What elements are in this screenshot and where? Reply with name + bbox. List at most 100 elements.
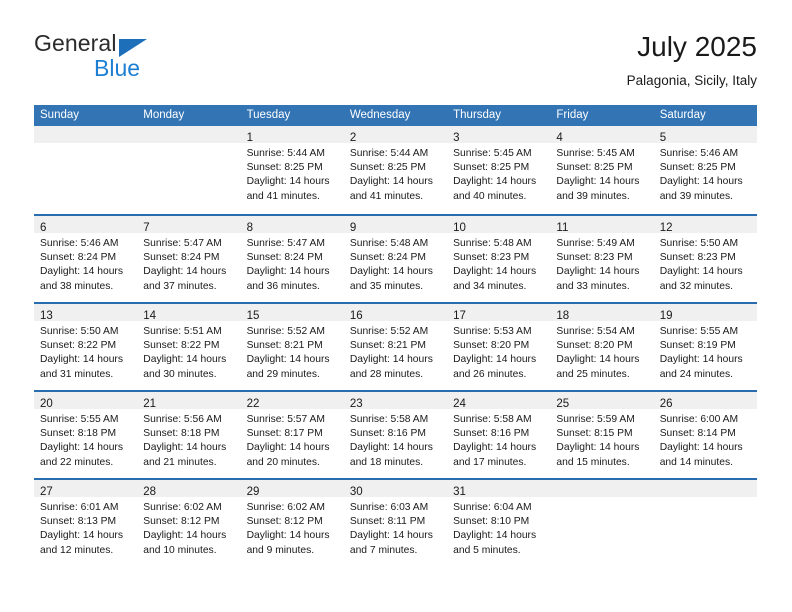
calendar-day-cell[interactable]: 28 Sunrise: 6:02 AM Sunset: 8:12 PM Dayligh… bbox=[137, 480, 241, 566]
day-details: Sunrise: 5:44 AM Sunset: 8:25 PM Daylight:… bbox=[241, 143, 344, 204]
day-detail-line: Daylight: 14 hours bbox=[246, 442, 330, 454]
day-detail-line: Sunrise: 5:46 AM bbox=[40, 238, 119, 249]
day-detail-line: Daylight: 14 hours bbox=[246, 530, 330, 542]
day-detail-line: and 29 minutes. bbox=[246, 368, 320, 380]
day-detail-line: Daylight: 14 hours bbox=[556, 176, 640, 188]
calendar-day-cell[interactable]: 23 Sunrise: 5:58 AM Sunset: 8:16 PM Dayligh… bbox=[343, 392, 448, 478]
day-number-strip: 7 bbox=[137, 216, 241, 234]
day-detail-line: Sunset: 8:12 PM bbox=[246, 516, 323, 528]
day-detail-line: Sunset: 8:15 PM bbox=[556, 428, 633, 440]
day-detail-line: Sunset: 8:16 PM bbox=[349, 428, 426, 440]
day-detail-line: and 26 minutes. bbox=[453, 368, 527, 380]
calendar-day-cell[interactable]: 16 Sunrise: 5:52 AM Sunset: 8:21 PM Dayligh… bbox=[343, 304, 448, 390]
calendar-day-cell[interactable]: 1 Sunrise: 5:44 AM Sunset: 8:25 PM Daylight… bbox=[240, 126, 344, 214]
day-number: 9 bbox=[349, 222, 357, 234]
day-detail-line: Sunset: 8:21 PM bbox=[349, 340, 426, 352]
calendar-day-cell[interactable]: 11 Sunrise: 5:49 AM Sunset: 8:23 PM Dayligh… bbox=[550, 216, 654, 302]
general-blue-logo: General Blue bbox=[34, 30, 284, 90]
weekday-header-sunday: Sunday bbox=[40, 109, 80, 121]
day-detail-line: Sunrise: 5:59 AM bbox=[556, 414, 635, 425]
day-number-strip: 15 bbox=[240, 304, 344, 322]
day-detail-line: Sunrise: 5:47 AM bbox=[246, 238, 325, 249]
day-number-strip: 4 bbox=[550, 126, 654, 144]
day-detail-line: Sunrise: 5:47 AM bbox=[143, 238, 222, 249]
day-detail-line: Sunrise: 5:52 AM bbox=[349, 326, 429, 337]
day-detail-line: Sunset: 8:23 PM bbox=[453, 252, 530, 264]
day-number-strip: 11 bbox=[550, 216, 654, 234]
weekday-header-monday: Monday bbox=[143, 109, 185, 121]
day-detail-line: Daylight: 14 hours bbox=[453, 354, 537, 366]
calendar-day-cell[interactable]: 30 Sunrise: 6:03 AM Sunset: 8:11 PM Dayligh… bbox=[343, 480, 448, 566]
weekday-header-row: Sunday Monday Tuesday Wednesday Thursday Frid… bbox=[34, 105, 757, 126]
calendar-day-cell[interactable]: 25 Sunrise: 5:59 AM Sunset: 8:15 PM Dayligh… bbox=[550, 392, 654, 478]
calendar-day-cell[interactable]: 17 Sunrise: 5:53 AM Sunset: 8:20 PM Dayligh… bbox=[447, 304, 551, 390]
day-detail-line: and 30 minutes. bbox=[143, 368, 217, 380]
calendar-day-cell[interactable]: 24 Sunrise: 5:58 AM Sunset: 8:16 PM Dayligh… bbox=[447, 392, 551, 478]
day-number-strip: 27 bbox=[34, 480, 138, 498]
day-detail-line: Daylight: 14 hours bbox=[349, 266, 433, 278]
day-detail-line: Sunset: 8:13 PM bbox=[40, 516, 117, 528]
day-detail-line: Daylight: 14 hours bbox=[453, 442, 537, 454]
day-number-strip: 20 bbox=[34, 392, 138, 410]
calendar-day-cell[interactable]: 22 Sunrise: 5:57 AM Sunset: 8:17 PM Dayligh… bbox=[240, 392, 344, 478]
day-detail-line: Sunrise: 5:48 AM bbox=[453, 238, 532, 249]
calendar-day-cell[interactable]: 21 Sunrise: 5:56 AM Sunset: 8:18 PM Dayligh… bbox=[137, 392, 241, 478]
calendar-day-cell-empty bbox=[550, 480, 654, 566]
day-detail-line: Daylight: 14 hours bbox=[659, 176, 743, 188]
day-detail-line: Sunrise: 5:45 AM bbox=[453, 148, 532, 159]
calendar-day-cell[interactable]: 31 Sunrise: 6:04 AM Sunset: 8:10 PM Dayligh… bbox=[447, 480, 551, 566]
day-detail-line: and 21 minutes. bbox=[143, 456, 217, 468]
day-detail-line: Daylight: 14 hours bbox=[143, 530, 227, 542]
day-detail-line: Sunrise: 5:58 AM bbox=[453, 414, 532, 425]
day-detail-line: Sunset: 8:18 PM bbox=[40, 428, 117, 440]
calendar-day-cell[interactable]: 29 Sunrise: 6:02 AM Sunset: 8:12 PM Dayligh… bbox=[240, 480, 344, 566]
calendar-day-cell[interactable]: 9 Sunrise: 5:48 AM Sunset: 8:24 PM Daylight… bbox=[343, 216, 448, 302]
day-detail-line: and 36 minutes. bbox=[246, 280, 320, 292]
calendar-day-cell[interactable]: 27 Sunrise: 6:01 AM Sunset: 8:13 PM Dayligh… bbox=[34, 480, 138, 566]
day-detail-line: Daylight: 14 hours bbox=[40, 530, 123, 542]
day-detail-line: Daylight: 14 hours bbox=[40, 354, 123, 366]
day-number: 28 bbox=[143, 486, 157, 498]
day-number-strip: 6 bbox=[34, 216, 138, 234]
calendar-week-row: 13 Sunrise: 5:50 AM Sunset: 8:22 PM Dayligh… bbox=[34, 302, 757, 390]
day-details: Sunrise: 5:50 AM Sunset: 8:23 PM Daylight:… bbox=[654, 233, 757, 294]
calendar-day-cell[interactable]: 13 Sunrise: 5:50 AM Sunset: 8:22 PM Dayligh… bbox=[34, 304, 138, 390]
calendar-day-cell[interactable]: 5 Sunrise: 5:46 AM Sunset: 8:25 PM Daylight… bbox=[653, 126, 757, 214]
calendar-day-cell[interactable]: 18 Sunrise: 5:54 AM Sunset: 8:20 PM Dayligh… bbox=[550, 304, 654, 390]
calendar-day-cell[interactable]: 19 Sunrise: 5:55 AM Sunset: 8:19 PM Dayligh… bbox=[653, 304, 757, 390]
calendar-day-cell[interactable]: 14 Sunrise: 5:51 AM Sunset: 8:22 PM Dayligh… bbox=[137, 304, 241, 390]
day-number: 26 bbox=[659, 398, 673, 410]
day-detail-line: Sunrise: 6:02 AM bbox=[143, 502, 222, 513]
day-number: 14 bbox=[143, 310, 157, 322]
calendar-day-cell[interactable]: 10 Sunrise: 5:48 AM Sunset: 8:23 PM Dayligh… bbox=[447, 216, 551, 302]
day-detail-line: Sunset: 8:14 PM bbox=[659, 428, 736, 440]
day-detail-line: Daylight: 14 hours bbox=[556, 266, 640, 278]
day-number-strip: 10 bbox=[447, 216, 551, 234]
day-number: 21 bbox=[143, 398, 157, 410]
day-detail-line: Sunset: 8:18 PM bbox=[143, 428, 220, 440]
calendar-day-cell[interactable]: 4 Sunrise: 5:45 AM Sunset: 8:25 PM Daylight… bbox=[550, 126, 654, 214]
day-number: 30 bbox=[349, 486, 363, 498]
day-details: Sunrise: 5:55 AM Sunset: 8:18 PM Daylight:… bbox=[34, 409, 137, 470]
calendar-day-cell-empty bbox=[653, 480, 757, 566]
day-detail-line: and 20 minutes. bbox=[246, 456, 320, 468]
day-number-strip: 28 bbox=[137, 480, 241, 498]
day-details: Sunrise: 5:51 AM Sunset: 8:22 PM Daylight:… bbox=[137, 321, 240, 382]
calendar-day-cell[interactable]: 3 Sunrise: 5:45 AM Sunset: 8:25 PM Daylight… bbox=[447, 126, 551, 214]
calendar-day-cell[interactable]: 7 Sunrise: 5:47 AM Sunset: 8:24 PM Daylight… bbox=[137, 216, 241, 302]
calendar-day-cell[interactable]: 2 Sunrise: 5:44 AM Sunset: 8:25 PM Daylight… bbox=[343, 126, 448, 214]
calendar-day-cell[interactable]: 12 Sunrise: 5:50 AM Sunset: 8:23 PM Dayligh… bbox=[653, 216, 757, 302]
title-block: July 2025 Palagonia, Sicily, Italy bbox=[627, 30, 757, 89]
day-detail-line: Sunset: 8:24 PM bbox=[246, 252, 323, 264]
day-details: Sunrise: 5:48 AM Sunset: 8:24 PM Daylight:… bbox=[344, 233, 447, 294]
calendar-day-cell[interactable]: 6 Sunrise: 5:46 AM Sunset: 8:24 PM Daylight… bbox=[34, 216, 138, 302]
calendar-day-cell[interactable]: 26 Sunrise: 6:00 AM Sunset: 8:14 PM Dayligh… bbox=[653, 392, 757, 478]
calendar-day-cell[interactable]: 20 Sunrise: 5:55 AM Sunset: 8:18 PM Dayligh… bbox=[34, 392, 138, 478]
calendar-week-row: 27 Sunrise: 6:01 AM Sunset: 8:13 PM Dayligh… bbox=[34, 478, 757, 566]
calendar-day-cell[interactable]: 15 Sunrise: 5:52 AM Sunset: 8:21 PM Dayligh… bbox=[240, 304, 344, 390]
day-details: Sunrise: 5:54 AM Sunset: 8:20 PM Daylight:… bbox=[550, 321, 653, 382]
calendar-day-cell[interactable]: 8 Sunrise: 5:47 AM Sunset: 8:24 PM Daylight… bbox=[240, 216, 344, 302]
day-detail-line: Sunrise: 5:53 AM bbox=[453, 326, 532, 337]
day-number-strip: 23 bbox=[343, 392, 448, 410]
day-number-strip: 31 bbox=[447, 480, 551, 498]
